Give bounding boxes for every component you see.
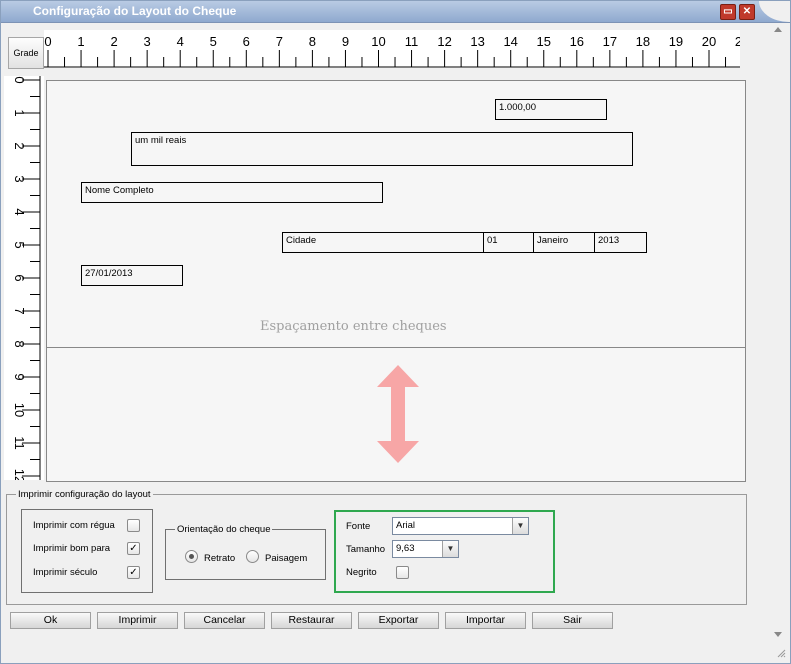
spacing-label: Espaçamento entre cheques bbox=[260, 319, 447, 334]
ruler-label: 9 bbox=[12, 373, 27, 380]
ruler-label: 3 bbox=[12, 175, 27, 182]
ruler-label: 7 bbox=[12, 307, 27, 314]
size-select[interactable]: 9,63 ▼ bbox=[392, 540, 459, 558]
ruler-label: 3 bbox=[144, 34, 151, 49]
ruler-label: 5 bbox=[210, 34, 217, 49]
import-button[interactable]: Importar bbox=[445, 612, 526, 629]
print-config-legend: Imprimir configuração do layout bbox=[16, 489, 153, 500]
ruler-label: 19 bbox=[669, 34, 683, 49]
print-button[interactable]: Imprimir bbox=[97, 612, 178, 629]
ruler-label: 0 bbox=[44, 34, 51, 49]
field-dia[interactable]: 01 bbox=[483, 232, 534, 253]
horizontal-ruler: 0123456789101112131415161718192021 bbox=[44, 30, 740, 68]
chevron-down-icon[interactable]: ▼ bbox=[442, 541, 458, 557]
radio-retrato[interactable] bbox=[185, 550, 198, 563]
orientation-legend: Orientação do cheque bbox=[175, 524, 273, 535]
ruler-label: 2 bbox=[12, 142, 27, 149]
ruler-label: 0 bbox=[12, 76, 27, 83]
radio-label-paisagem: Paisagem bbox=[265, 553, 308, 564]
field-ano[interactable]: 2013 bbox=[594, 232, 647, 253]
ruler-label: 13 bbox=[470, 34, 484, 49]
cancel-button[interactable]: Cancelar bbox=[184, 612, 265, 629]
checkbox-bom-para[interactable]: ✓ bbox=[127, 542, 140, 555]
ruler-label: 5 bbox=[12, 241, 27, 248]
field-nominal[interactable]: Nome Completo bbox=[81, 182, 383, 203]
field-cidade[interactable]: Cidade bbox=[282, 232, 484, 253]
ruler-label: 10 bbox=[12, 403, 27, 417]
cheque-separator[interactable] bbox=[47, 347, 745, 348]
field-valor[interactable]: 1.000,00 bbox=[495, 99, 607, 120]
ruler-label: 17 bbox=[603, 34, 617, 49]
window-title: Configuração do Layout do Cheque bbox=[33, 4, 237, 18]
ruler-label: 11 bbox=[405, 34, 419, 49]
font-select[interactable]: Arial ▼ bbox=[392, 517, 529, 535]
option-label-regua: Imprimir com régua bbox=[33, 520, 115, 531]
title-bar-corner bbox=[759, 1, 790, 22]
ruler-label: 8 bbox=[309, 34, 316, 49]
size-value: 9,63 bbox=[396, 543, 415, 554]
ruler-label: 4 bbox=[177, 34, 184, 49]
option-label-bom-para: Imprimir bom para bbox=[33, 543, 111, 554]
ruler-label: 4 bbox=[12, 208, 27, 215]
ruler-label: 20 bbox=[702, 34, 716, 49]
field-extenso[interactable]: um mil reais bbox=[131, 132, 633, 166]
title-bar[interactable]: Configuração do Layout do Cheque ▭ ✕ bbox=[1, 1, 790, 23]
ruler-label: 12 bbox=[437, 34, 451, 49]
maximize-icon[interactable]: ▭ bbox=[720, 4, 736, 20]
ruler-label: 1 bbox=[77, 34, 84, 49]
restore-button[interactable]: Restaurar bbox=[271, 612, 352, 629]
radio-label-retrato: Retrato bbox=[204, 553, 236, 564]
ruler-label: 10 bbox=[371, 34, 385, 49]
spacing-arrow-icon[interactable] bbox=[375, 365, 421, 463]
checkbox-negrito[interactable] bbox=[396, 566, 409, 579]
resize-grip-icon[interactable] bbox=[776, 648, 786, 658]
grade-button[interactable]: Grade bbox=[8, 37, 44, 69]
ok-button[interactable]: Ok bbox=[10, 612, 91, 629]
option-label-seculo: Imprimir século bbox=[33, 567, 98, 578]
radio-paisagem[interactable] bbox=[246, 550, 259, 563]
vertical-scrollbar[interactable] bbox=[772, 24, 788, 644]
ruler-label: 11 bbox=[12, 436, 27, 450]
ruler-label: 8 bbox=[12, 340, 27, 347]
ruler-label: 12 bbox=[12, 469, 27, 480]
bold-label: Negrito bbox=[346, 567, 377, 578]
field-data[interactable]: 27/01/2013 bbox=[81, 265, 183, 286]
ruler-label: 2 bbox=[110, 34, 117, 49]
scroll-up-icon[interactable] bbox=[774, 27, 782, 32]
ruler-label: 6 bbox=[243, 34, 250, 49]
vertical-ruler: 0123456789101112 bbox=[4, 76, 44, 480]
checkbox-regua[interactable] bbox=[127, 519, 140, 532]
ruler-label: 16 bbox=[570, 34, 584, 49]
ruler-label: 6 bbox=[12, 274, 27, 281]
ruler-label: 7 bbox=[276, 34, 283, 49]
ruler-label: 14 bbox=[503, 34, 517, 49]
ruler-label: 1 bbox=[12, 109, 27, 116]
checkbox-seculo[interactable]: ✓ bbox=[127, 566, 140, 579]
ruler-label: 18 bbox=[636, 34, 650, 49]
chevron-down-icon[interactable]: ▼ bbox=[512, 518, 528, 534]
exit-button[interactable]: Sair bbox=[532, 612, 613, 629]
field-mes[interactable]: Janeiro bbox=[533, 232, 595, 253]
font-value: Arial bbox=[396, 520, 416, 531]
close-icon[interactable]: ✕ bbox=[739, 4, 755, 20]
ruler-label: 9 bbox=[342, 34, 349, 49]
ruler-label: 15 bbox=[537, 34, 551, 49]
scroll-down-icon[interactable] bbox=[774, 632, 782, 637]
size-label: Tamanho bbox=[346, 544, 386, 555]
ruler-label: 21 bbox=[735, 34, 740, 49]
export-button[interactable]: Exportar bbox=[358, 612, 439, 629]
cheque-canvas: 1.000,00 um mil reais Nome Completo Cida… bbox=[46, 80, 746, 482]
font-label: Fonte bbox=[346, 521, 371, 532]
